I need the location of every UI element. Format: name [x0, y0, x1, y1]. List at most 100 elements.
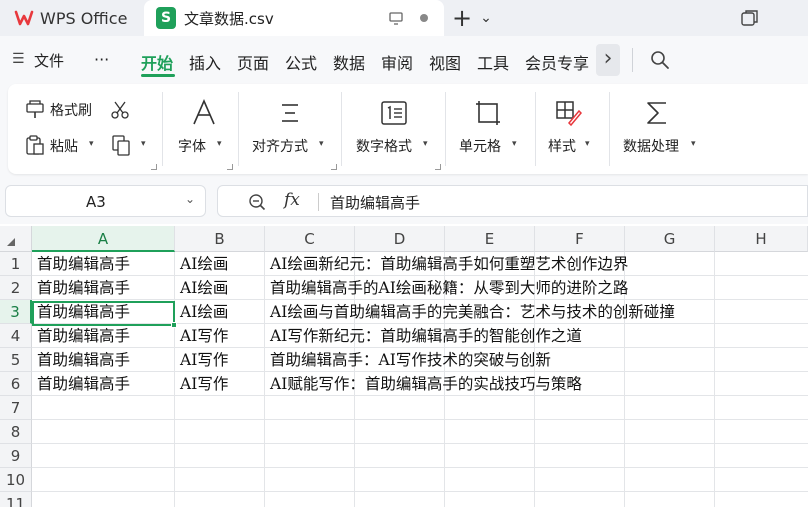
column-header-c[interactable]: C: [265, 226, 355, 252]
copy-button[interactable]: ▾: [110, 134, 152, 158]
menu-member[interactable]: 会员专享: [525, 50, 589, 74]
column-header-d[interactable]: D: [355, 226, 445, 252]
align-icon: [282, 104, 298, 122]
cell-a1[interactable]: 首助编辑高手: [32, 252, 130, 276]
chevron-down-icon[interactable]: ⌄: [185, 192, 195, 206]
row-header-7[interactable]: 7: [0, 396, 32, 420]
divider: [341, 92, 342, 166]
select-all-icon: [7, 238, 15, 246]
chevron-down-icon: ▾: [423, 139, 428, 149]
menu-insert[interactable]: 插入: [189, 50, 221, 74]
divider: [318, 193, 319, 211]
row-header-3[interactable]: 3: [0, 300, 32, 324]
cell-a4[interactable]: 首助编辑高手: [32, 324, 130, 348]
clipboard-group-expand-icon[interactable]: [151, 164, 157, 170]
cell-c3[interactable]: AI绘画与首助编辑高手的完美融合：艺术与技术的创新碰撞: [265, 300, 675, 324]
menu-data[interactable]: 数据: [333, 50, 365, 74]
font-group-expand-icon[interactable]: [227, 164, 233, 170]
style-icon: [556, 101, 582, 127]
divider: [632, 48, 633, 72]
spreadsheet-grid[interactable]: A B C D E F G H 1 2 3 4 5 6 7 8 9 10 11 首助编辑高手 AI绘画 AI绘画新纪元：首…: [0, 226, 808, 507]
menu-home[interactable]: 开始: [141, 50, 173, 74]
name-box[interactable]: A3 ⌄: [5, 185, 206, 217]
row-header-11[interactable]: 11: [0, 492, 32, 507]
data-processing-button[interactable]: 数据处理 ▾: [620, 94, 710, 164]
divider: [609, 92, 610, 166]
number-format-button[interactable]: 数字格式 ▾: [352, 94, 442, 164]
cell-a2[interactable]: 首助编辑高手: [32, 276, 130, 300]
app-home-tab[interactable]: WPS Office: [0, 0, 138, 36]
menu-scroll-right-button[interactable]: ›: [596, 44, 620, 76]
column-header-e[interactable]: E: [445, 226, 535, 252]
fill-handle[interactable]: [171, 322, 177, 328]
row-header-10[interactable]: 10: [0, 468, 32, 492]
cell-c4[interactable]: AI写作新纪元：首助编辑高手的智能创作之道: [265, 324, 582, 348]
row-header-6[interactable]: 6: [0, 372, 32, 396]
more-icon[interactable]: ···: [94, 50, 109, 69]
cell-c6[interactable]: AI赋能写作：首助编辑高手的实战技巧与策略: [265, 372, 582, 396]
style-button[interactable]: 样式 ▾: [544, 94, 600, 164]
paste-button[interactable]: 粘贴 ▾: [24, 134, 104, 158]
column-header-g[interactable]: G: [625, 226, 715, 252]
column-header-h[interactable]: H: [715, 226, 808, 252]
column-header-b[interactable]: B: [175, 226, 265, 252]
cell-b1[interactable]: AI绘画: [175, 252, 228, 276]
menu-review[interactable]: 审阅: [381, 50, 413, 74]
divider: [238, 92, 239, 166]
chevron-right-icon: ›: [603, 46, 613, 71]
copy-icon: [112, 135, 130, 156]
function-icon[interactable]: fx: [284, 190, 300, 210]
row-header-4[interactable]: 4: [0, 324, 32, 348]
paste-label: 粘贴: [50, 139, 78, 155]
menu-formula[interactable]: 公式: [285, 50, 317, 74]
chevron-down-icon: ▾: [691, 139, 696, 149]
menu-page[interactable]: 页面: [237, 50, 269, 74]
format-painter-icon: [26, 100, 44, 118]
chevron-down-icon: ▾: [585, 139, 590, 149]
cell-b2[interactable]: AI绘画: [175, 276, 228, 300]
document-tab[interactable]: S 文章数据.csv: [144, 0, 444, 36]
new-tab-button[interactable]: + ⌄: [452, 6, 496, 30]
cell-c5[interactable]: 首助编辑高手：AI写作技术的突破与创新: [265, 348, 551, 372]
cell-b6[interactable]: AI写作: [175, 372, 228, 396]
chevron-down-icon: ▾: [319, 139, 324, 149]
search-icon[interactable]: [650, 50, 670, 70]
row-header-1[interactable]: 1: [0, 252, 32, 276]
restore-window-icon[interactable]: [740, 8, 760, 28]
cell-b3[interactable]: AI绘画: [175, 300, 228, 324]
menu-view[interactable]: 视图: [429, 50, 461, 74]
row-header-8[interactable]: 8: [0, 420, 32, 444]
cut-icon[interactable]: [110, 100, 130, 120]
chevron-down-icon: ⌄: [480, 10, 492, 26]
formula-input[interactable]: fx 首助编辑高手: [217, 185, 808, 217]
number-group-expand-icon[interactable]: [435, 164, 441, 170]
cell-b5[interactable]: AI写作: [175, 348, 228, 372]
gridline: [32, 467, 808, 468]
menu-tools[interactable]: 工具: [477, 50, 509, 74]
hamburger-icon[interactable]: ☰: [12, 51, 25, 67]
menu-file[interactable]: 文件: [34, 50, 64, 71]
row-header-5[interactable]: 5: [0, 348, 32, 372]
column-header-f[interactable]: F: [535, 226, 625, 252]
cell-a5[interactable]: 首助编辑高手: [32, 348, 130, 372]
monitor-icon[interactable]: [388, 10, 404, 26]
data-processing-label: 数据处理: [623, 139, 679, 155]
select-all-corner[interactable]: [0, 226, 32, 252]
align-group-expand-icon[interactable]: [331, 164, 337, 170]
cell-a6[interactable]: 首助编辑高手: [32, 372, 130, 396]
cell-button[interactable]: 单元格 ▾: [456, 94, 526, 164]
cell-b4[interactable]: AI写作: [175, 324, 228, 348]
active-cell-cursor[interactable]: [32, 301, 177, 328]
cell-c1[interactable]: AI绘画新纪元：首助编辑高手如何重塑艺术创作边界: [265, 252, 628, 276]
row-header-2[interactable]: 2: [0, 276, 32, 300]
format-painter-button[interactable]: 格式刷: [24, 98, 110, 122]
zoom-lookup-icon[interactable]: [248, 193, 266, 211]
align-button[interactable]: 对齐方式 ▾: [248, 94, 338, 164]
cell-c2[interactable]: 首助编辑高手的AI绘画秘籍：从零到大师的进阶之路: [265, 276, 628, 300]
column-header-a[interactable]: A: [32, 226, 175, 252]
row-header-9[interactable]: 9: [0, 444, 32, 468]
paste-icon: [26, 135, 44, 155]
unsaved-dot-icon[interactable]: [420, 14, 428, 22]
style-label: 样式: [548, 139, 576, 155]
font-button[interactable]: 字体 ▾: [174, 94, 234, 164]
